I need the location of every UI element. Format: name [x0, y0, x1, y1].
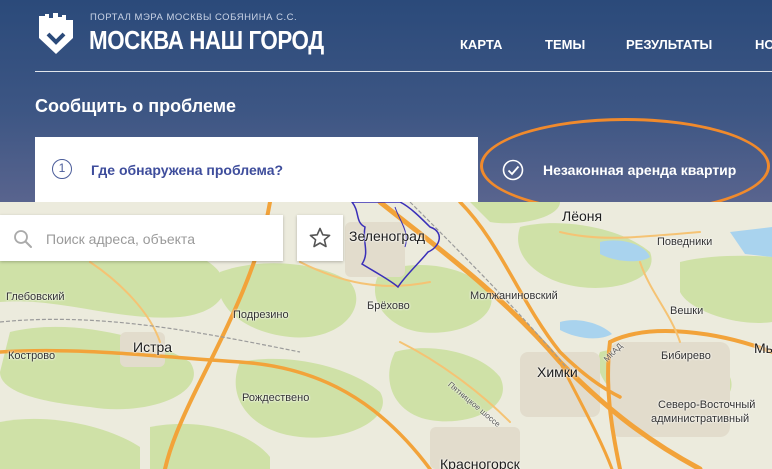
- site-header: ПОРТАЛ МЭРА МОСКВЫ СОБЯНИНА С.С. МОСКВА …: [0, 0, 772, 202]
- city-pin-logo-icon[interactable]: [36, 12, 76, 56]
- map-label-molzhaninovsky: Молжаниновский: [470, 290, 558, 302]
- map-label-krasnogorsk: Красногорск: [440, 456, 520, 469]
- portal-title[interactable]: МОСКВА НАШ ГОРОД: [89, 25, 324, 56]
- nav-results[interactable]: РЕЗУЛЬТАТЫ: [626, 37, 712, 52]
- nav-topics[interactable]: ТЕМЫ: [545, 37, 585, 52]
- step-label: Где обнаружена проблема?: [91, 162, 284, 178]
- page-title: Сообщить о проблеме: [35, 96, 237, 116]
- map-label-istra: Истра: [133, 339, 173, 355]
- map-label-zelenograd: Зеленоград: [349, 228, 426, 244]
- map-label-lyonya: Лёоня: [562, 208, 603, 224]
- portal-subtitle: ПОРТАЛ МЭРА МОСКВЫ СОБЯНИНА С.С.: [90, 12, 298, 23]
- map-label-mya: Мь: [754, 340, 772, 356]
- search-input[interactable]: [44, 215, 278, 263]
- check-circle-icon: [502, 159, 524, 181]
- tab-selected-category[interactable]: Незаконная аренда квартир: [478, 137, 772, 202]
- map-label-admin-okrug: административный: [651, 413, 750, 425]
- map-label-vashki: Вешки: [670, 305, 704, 317]
- category-label: Незаконная аренда квартир: [543, 162, 737, 178]
- header-divider: [35, 71, 772, 72]
- address-search-box[interactable]: [0, 215, 283, 263]
- map-label-khimki: Химки: [537, 364, 578, 380]
- step-number-badge: 1: [52, 159, 72, 179]
- map-label-kostrovo: Кострово: [8, 350, 56, 362]
- search-icon: [14, 230, 32, 248]
- star-icon: [309, 227, 331, 248]
- tab-location-step[interactable]: 1 Где обнаружена проблема?: [35, 137, 478, 202]
- map-label-severo-vostochny: Северо-Восточный: [658, 399, 756, 411]
- map-label-podrezino: Подрезино: [233, 309, 289, 321]
- map-label-brekhovo: Брёхово: [367, 300, 410, 312]
- map-label-povedniki: Поведники: [657, 236, 713, 248]
- map-label-rozhdestveno: Рождествено: [242, 392, 310, 404]
- nav-map[interactable]: КАРТА: [460, 37, 502, 52]
- nav-news[interactable]: НО: [755, 37, 772, 52]
- map-label-glebovsky: Глебовский: [6, 291, 65, 303]
- map-label-bibirevo: Бибирево: [661, 350, 711, 362]
- favorites-button[interactable]: [297, 215, 343, 261]
